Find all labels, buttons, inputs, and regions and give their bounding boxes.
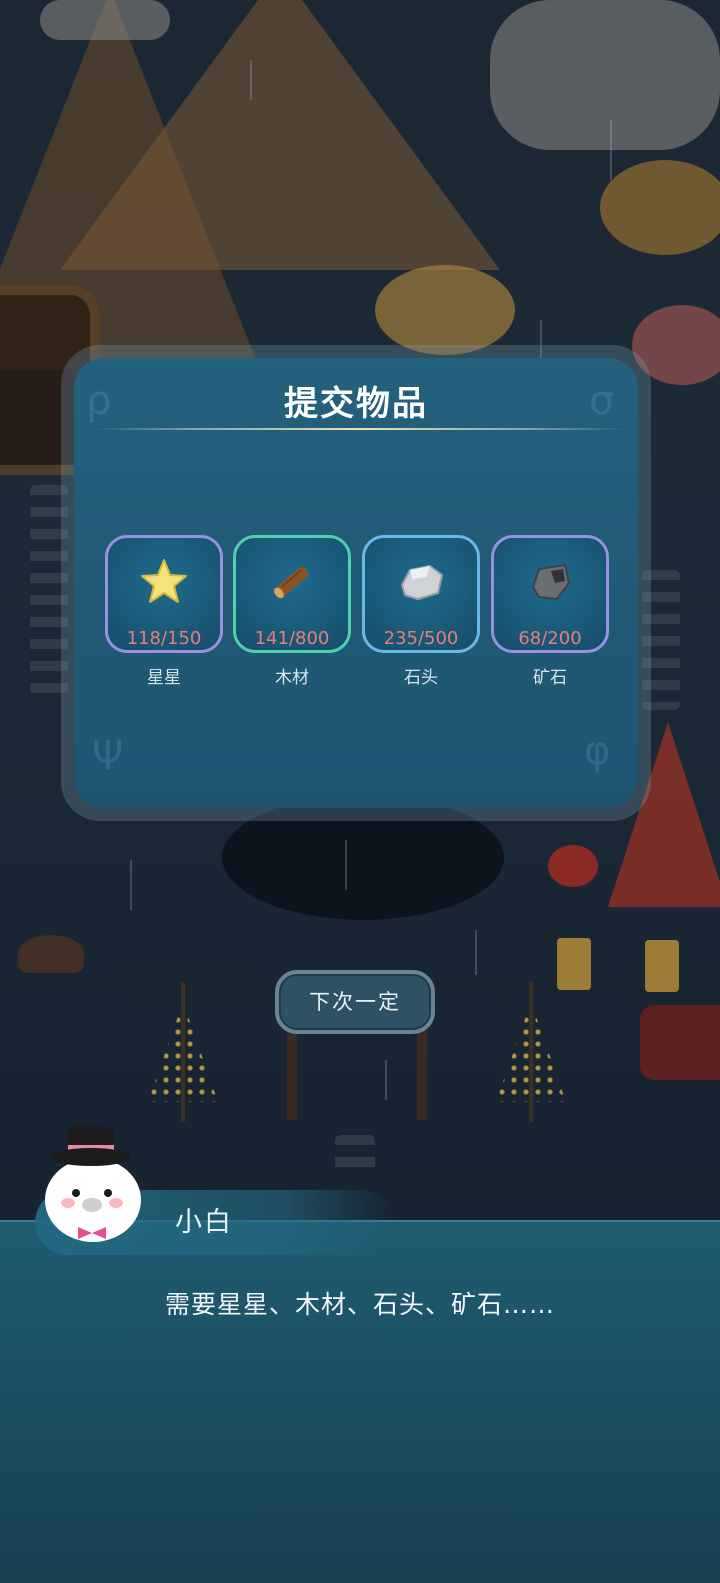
item-slot-star[interactable]: 118/150 星星 — [105, 535, 223, 688]
rain-streak — [250, 60, 252, 100]
dialog-text: 需要星星、木材、石头、矿石…… — [164, 1290, 555, 1319]
rain-streak — [610, 120, 612, 180]
item-label: 矿石 — [533, 668, 567, 688]
red-cart — [640, 1005, 720, 1080]
signpost-leg — [417, 1030, 427, 1120]
item-count: 118/150 — [126, 628, 202, 649]
panel-title: 提交物品 — [284, 384, 428, 424]
item-label: 星星 — [147, 668, 181, 688]
ore-icon — [532, 564, 570, 600]
next-time-button[interactable]: 下次一定 — [275, 970, 435, 1034]
item-count: 235/500 — [383, 628, 459, 649]
item-slot-wood[interactable]: 141/800 木材 — [233, 535, 351, 688]
stone-icon — [401, 565, 443, 600]
speaker-name: 小白 — [175, 1207, 233, 1238]
item-slot-ore[interactable]: 68/200 矿石 — [491, 535, 609, 688]
stone-path — [335, 1135, 375, 1175]
wooden-stool — [18, 935, 84, 973]
tree-canopy — [375, 265, 515, 355]
item-label: 木材 — [275, 668, 309, 688]
rain-streak — [345, 840, 347, 890]
tree-canopy — [600, 160, 720, 255]
title-divider — [95, 428, 625, 430]
item-slot-stone[interactable]: 235/500 石头 — [362, 535, 480, 688]
lights-tree — [148, 982, 218, 1122]
rain-streak — [130, 860, 132, 910]
signpost-leg — [287, 1030, 297, 1120]
lantern — [645, 940, 679, 992]
snow-cloud — [490, 0, 720, 150]
rain-streak — [385, 1060, 387, 1100]
item-count: 141/800 — [254, 628, 330, 649]
item-label: 石头 — [404, 668, 438, 688]
wood-log-icon — [274, 567, 309, 599]
rune-decoration: Ψ — [92, 733, 124, 779]
dialog-box[interactable] — [0, 1220, 720, 1583]
snow-cloud — [40, 0, 170, 40]
mountain-mid — [60, 0, 500, 270]
rune-decoration: φ — [584, 728, 611, 774]
item-count: 68/200 — [518, 628, 582, 649]
seal-avatar — [45, 1127, 141, 1242]
game-scene: ρ σ Ψ φ 提交物品 118/150 星星 141/800 木材 235/5… — [0, 0, 720, 1583]
lights-tree — [496, 982, 566, 1122]
star-icon — [141, 559, 187, 603]
round-sign — [548, 845, 598, 887]
stone-path — [30, 485, 68, 695]
rain-streak — [475, 930, 477, 975]
